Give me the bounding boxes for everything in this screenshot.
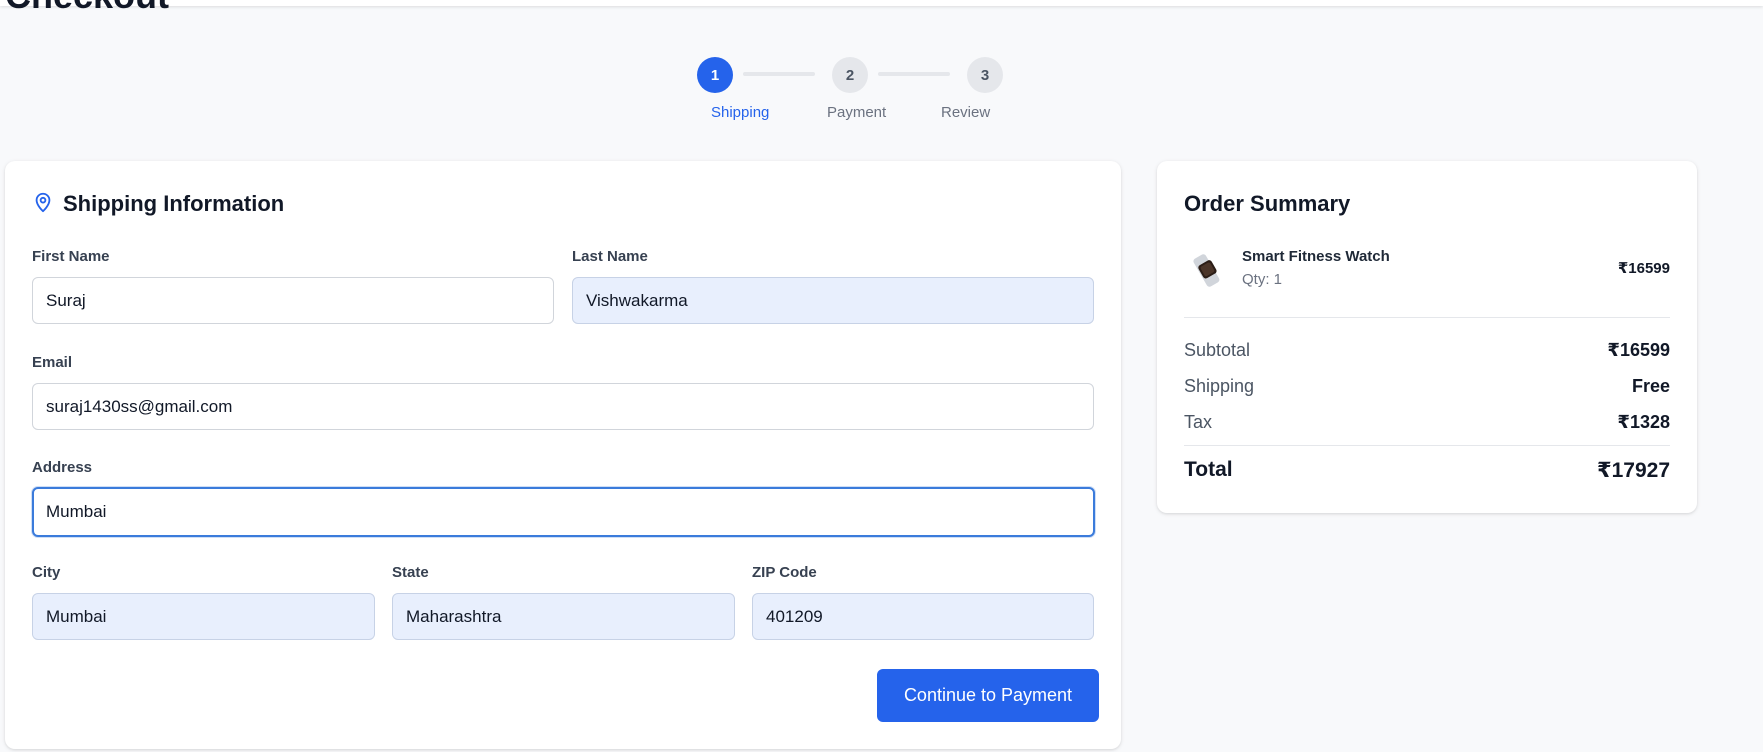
subtotal-label: Subtotal xyxy=(1184,340,1251,360)
step-3-label: Review xyxy=(941,104,991,121)
total-label: Total xyxy=(1184,458,1233,481)
zip-input[interactable] xyxy=(752,593,1094,640)
summary-title: Order Summary xyxy=(1184,191,1351,216)
shipping-cost-label: Shipping xyxy=(1184,376,1255,396)
product-thumbnail xyxy=(1193,254,1220,287)
step-3-circle[interactable]: 3 xyxy=(967,57,1003,93)
last-name-input[interactable] xyxy=(572,277,1094,324)
order-summary-card: Order Summary Smart Fitness Watch Qty: 1… xyxy=(1157,161,1697,513)
first-name-label: First Name xyxy=(32,248,110,265)
email-input[interactable] xyxy=(32,383,1094,430)
step-connector-2 xyxy=(878,72,950,76)
city-label: City xyxy=(32,564,61,581)
checkout-stepper: 1 2 3 Shipping Payment Review xyxy=(0,0,1763,130)
state-label: State xyxy=(392,564,429,581)
email-label: Email xyxy=(32,354,73,371)
shipping-cost-value: Free xyxy=(1631,376,1670,396)
subtotal-value: ₹16599 xyxy=(1607,340,1670,360)
shipping-card: Shipping Information First Name Last Nam… xyxy=(5,161,1121,749)
first-name-input[interactable] xyxy=(32,277,554,324)
map-pin-icon xyxy=(35,192,51,213)
continue-to-payment-button[interactable]: Continue to Payment xyxy=(877,669,1099,722)
step-2-label: Payment xyxy=(827,104,887,121)
address-label: Address xyxy=(32,459,93,476)
step-connector-1 xyxy=(743,72,815,76)
zip-label: ZIP Code xyxy=(752,564,817,581)
address-input[interactable] xyxy=(32,487,1095,537)
tax-label: Tax xyxy=(1184,412,1213,432)
shipping-title: Shipping Information xyxy=(63,191,285,216)
total-value: ₹17927 xyxy=(1596,459,1670,482)
step-1-circle[interactable]: 1 xyxy=(697,57,733,93)
product-price: ₹16599 xyxy=(1617,260,1670,277)
tax-value: ₹1328 xyxy=(1617,412,1670,432)
product-name: Smart Fitness Watch xyxy=(1242,248,1390,265)
state-input[interactable] xyxy=(392,593,735,640)
product-qty: Qty: 1 xyxy=(1242,271,1283,288)
summary-divider-1 xyxy=(1184,317,1670,318)
last-name-label: Last Name xyxy=(572,248,648,265)
city-input[interactable] xyxy=(32,593,375,640)
step-2-circle[interactable]: 2 xyxy=(832,57,868,93)
summary-divider-2 xyxy=(1184,445,1670,446)
step-1-label: Shipping xyxy=(711,104,770,121)
